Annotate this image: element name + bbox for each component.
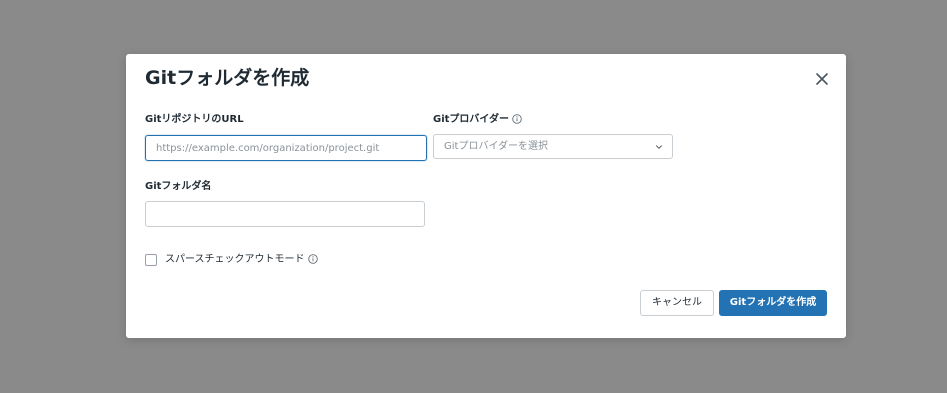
chevron-down-icon [656, 145, 662, 149]
folder-name-label: Gitフォルダ名 [145, 181, 212, 192]
folder-name-input[interactable] [145, 201, 425, 227]
sparse-checkout-label-text: スパースチェックアウトモード [165, 254, 305, 265]
dialog-title: Gitフォルダを作成 [145, 67, 310, 89]
repo-url-input[interactable] [145, 135, 427, 161]
create-git-folder-dialog: Gitフォルダを作成 GitリポジトリのURL Gitプロバイダー Gitプロバ… [126, 54, 846, 338]
cancel-button[interactable]: キャンセル [640, 290, 714, 316]
sparse-checkout-checkbox[interactable] [145, 254, 157, 266]
info-icon[interactable] [512, 114, 522, 124]
close-icon [816, 73, 828, 85]
git-provider-label: Gitプロバイダー [433, 113, 522, 127]
create-git-folder-button[interactable]: Gitフォルダを作成 [719, 290, 827, 316]
info-icon[interactable] [307, 254, 318, 264]
sparse-checkout-label: スパースチェックアウトモード [165, 253, 318, 267]
close-button[interactable] [814, 71, 830, 87]
git-provider-label-text: Gitプロバイダー [433, 114, 510, 125]
git-provider-placeholder: Gitプロバイダーを選択 [444, 141, 549, 152]
repo-url-label: GitリポジトリのURL [145, 114, 244, 125]
git-provider-select[interactable]: Gitプロバイダーを選択 [433, 134, 673, 159]
